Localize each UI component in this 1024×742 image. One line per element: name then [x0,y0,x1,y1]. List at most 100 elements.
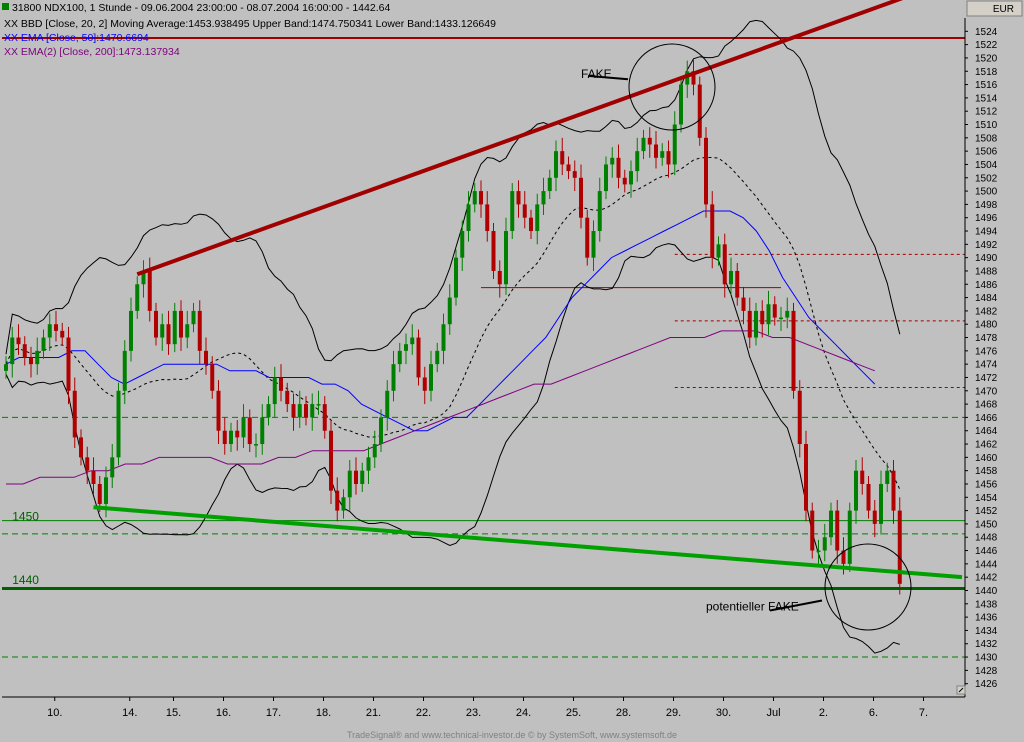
y-tick-label: 1492 [975,240,998,251]
candle-body [341,497,346,511]
candle-body [291,404,296,418]
candle-body [372,444,377,458]
candle-body [79,437,83,458]
candle-body [522,204,527,218]
candle-body [466,204,471,232]
y-tick-label: 1446 [975,546,998,557]
y-tick-label: 1496 [975,213,998,224]
candle-body [285,390,290,405]
candle-body [222,430,227,445]
candle-body [547,177,552,192]
candle-body [135,284,140,311]
candle-body [791,310,796,391]
y-tick-label: 1454 [975,493,998,504]
candle-body [741,297,746,311]
candle-body [697,84,702,138]
candle-body [754,310,758,338]
candle-body [85,457,90,471]
candle-body [710,204,715,258]
candle-body [185,324,190,338]
y-tick-label: 1448 [975,533,998,544]
candle-body [772,304,777,318]
candle-body [504,231,508,285]
candle-body [622,177,627,185]
currency-label: EUR [993,4,1014,15]
candle-body [310,404,315,418]
y-tick-label: 1524 [975,27,998,38]
y-tick-label: 1450 [975,519,998,530]
candle-body [279,377,283,391]
candle-body [829,510,833,538]
annotation-label: potentieller FAKE [706,599,799,613]
footer-credit: TradeSignal® and www.technical-investor.… [347,730,677,740]
candle-body [460,231,465,258]
x-tick-label: 14. [122,707,137,719]
candle-body [610,157,615,165]
candle-body [629,171,633,185]
y-tick-label: 1518 [975,67,998,78]
x-tick-label: 28. [616,707,631,719]
y-tick-label: 1472 [975,373,998,384]
y-tick-label: 1522 [975,40,998,51]
x-tick-label: 25. [566,707,581,719]
candle-body [66,337,71,391]
candle-body [416,337,421,378]
candle-body [635,151,640,172]
candle-body [229,430,233,445]
y-tick-label: 1430 [975,653,998,664]
x-tick-label: 15. [166,707,181,719]
stock-chart: FAKE potentieller FAKE 1450 1440 1426 1428 14… [0,0,1024,742]
candle-body [204,350,208,365]
y-tick-label: 1506 [975,147,998,158]
header-line1: 31800 NDX100, 1 Stunde - 09.06.2004 23:0… [12,2,390,14]
candle-body [879,483,883,524]
candle-body [385,390,390,418]
candle-body [41,337,46,351]
candle-body [860,470,865,484]
candle-body [347,470,352,498]
candle-body [679,84,683,125]
y-tick-label: 1434 [975,626,998,637]
y-tick-label: 1426 [975,679,998,690]
candle-body [260,417,265,445]
candle-body [822,537,827,551]
x-tick-label: 6. [869,707,878,719]
candle-body [872,510,877,524]
x-tick-label: 23. [466,707,481,719]
candle-body [191,310,196,325]
candle-body [516,191,521,205]
candle-body [722,244,727,285]
candle-body [510,191,515,232]
annotation-label: 1450 [12,510,39,524]
y-tick-label: 1482 [975,306,998,317]
candle-body [835,510,840,551]
y-tick-label: 1438 [975,599,998,610]
candle-body [597,191,602,232]
candle-body [604,164,608,192]
candle-body [247,417,252,445]
y-tick-label: 1484 [975,293,998,304]
candle-body [60,330,65,338]
candle-body [479,191,483,205]
candle-body [572,171,577,178]
candle-body [560,151,565,165]
y-tick-label: 1474 [975,360,998,371]
candle-body [660,151,665,158]
y-tick-label: 1458 [975,466,998,477]
header-line4: XX EMA(2) [Close, 200]:1473.137934 [4,46,180,58]
y-tick-label: 1504 [975,160,998,171]
resize-handle-icon[interactable] [956,685,966,695]
candle-body [885,470,890,484]
x-tick-label: 17. [266,707,281,719]
candle-body [354,470,358,484]
candle-body [72,390,77,438]
candle-body [216,390,221,431]
candle-body [541,191,546,205]
candle-body [804,444,808,511]
y-tick-label: 1440 [975,586,998,597]
candle-body [497,270,502,285]
y-tick-label: 1466 [975,413,998,424]
candle-body [716,244,721,258]
candle-body [160,324,165,338]
y-tick-label: 1508 [975,133,998,144]
